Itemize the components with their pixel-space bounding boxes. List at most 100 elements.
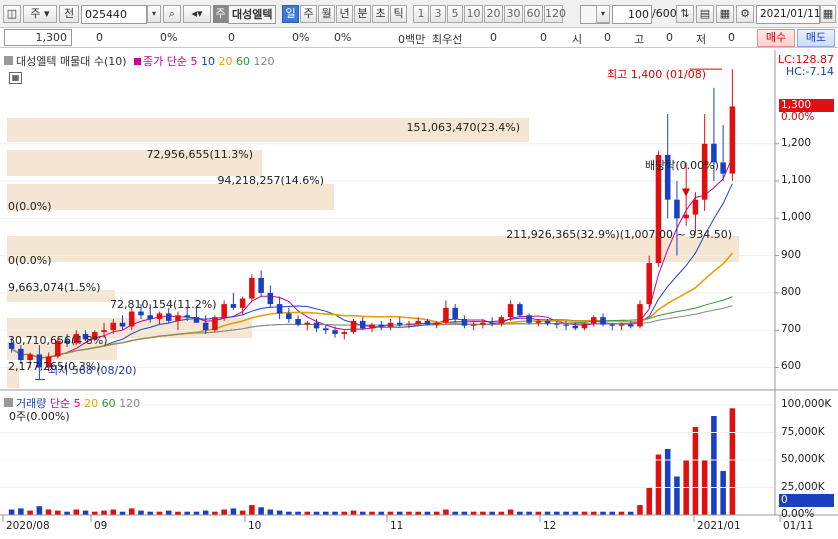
candle-body	[443, 307, 449, 323]
volume-bar	[138, 510, 144, 515]
value-2-pct: 0%	[334, 31, 352, 44]
volume-bar	[73, 509, 80, 515]
high-value: 0	[666, 31, 673, 44]
open-value: 0	[604, 31, 611, 44]
high-marker: 최고 1,400 (01/08)	[607, 68, 707, 81]
candle-body	[295, 319, 301, 325]
candle-body	[165, 313, 172, 321]
save-icon[interactable]: ▤	[696, 5, 714, 23]
period-button-1[interactable]: 주	[300, 5, 317, 23]
candle-body	[627, 324, 634, 327]
volume-profile-label: 30,710,656(4.8%)	[8, 334, 108, 347]
x-tick-label: 11	[390, 520, 404, 532]
number-button-20[interactable]: 20	[484, 5, 503, 23]
number-button-120[interactable]: 120	[544, 5, 566, 23]
x-tick-label: 10	[248, 520, 262, 532]
number-button-60[interactable]: 60	[524, 5, 543, 23]
low-value: 0	[728, 31, 735, 44]
quote-bar: 1,300 0 0% 0 0% 0% 0백만 최우선 0 0 시 0 고 0 저…	[0, 28, 838, 48]
period-button-4[interactable]: 분	[354, 5, 371, 23]
volume-profile-label: 94,218,257(14.6%)	[217, 174, 324, 187]
type-select[interactable]: 주 ▾	[23, 5, 57, 23]
prev-button[interactable]: 전	[59, 5, 79, 23]
volume-bar	[729, 408, 736, 515]
number-button-1[interactable]: 1	[413, 5, 429, 23]
volume-profile-label: 0(0.0%)	[8, 254, 52, 267]
price-tick-label: 1,000	[781, 211, 812, 224]
x-tick-label: 2020/08	[6, 520, 50, 532]
legend-ma-60: 60	[236, 55, 251, 68]
volume-profile-label: 72,810,154(11.2%)	[110, 298, 217, 311]
volume-tick-label: 100,000K	[781, 398, 832, 410]
count-dropdown[interactable]: ▾	[596, 5, 610, 23]
candle-body	[276, 304, 283, 314]
x-tick-label: 09	[94, 520, 108, 532]
number-button-10[interactable]: 10	[464, 5, 483, 23]
volume-ma-120: 120	[119, 397, 141, 410]
candle-body	[212, 317, 218, 331]
number-button-30[interactable]: 30	[504, 5, 523, 23]
candle-body	[147, 315, 153, 320]
volume-tick-label: 25,000K	[781, 480, 825, 493]
number-button-5[interactable]: 5	[447, 5, 463, 23]
high-label: 고	[634, 33, 645, 46]
value-1-pct: 0%	[292, 31, 310, 44]
speaker-icon[interactable]: ◂▾	[183, 5, 211, 23]
candle-body	[202, 322, 209, 331]
count-input[interactable]: 100	[612, 5, 652, 24]
low-label: 저	[696, 33, 707, 46]
candle-body	[572, 325, 579, 329]
volume-bar	[230, 508, 237, 515]
volume-bar	[646, 487, 652, 515]
calendar-icon[interactable]: ▦	[820, 5, 836, 23]
volume-ma-5: 5	[73, 397, 81, 410]
volume-tick-label: 50,000K	[781, 453, 825, 465]
number-button-3[interactable]: 3	[430, 5, 446, 23]
code-dropdown[interactable]: ▾	[147, 5, 161, 23]
candle-body	[581, 323, 588, 329]
price-tick-label: 900	[781, 248, 802, 261]
search-icon[interactable]: ⌕	[163, 5, 181, 23]
volume-bar	[165, 510, 172, 515]
stock-badge: 주	[213, 5, 228, 23]
candle-body	[258, 278, 264, 293]
volume-bar	[692, 427, 699, 515]
volume-bar	[202, 510, 209, 515]
period-button-5[interactable]: 초	[372, 5, 389, 23]
candle-body	[230, 304, 237, 308]
period-button-2[interactable]: 월	[318, 5, 335, 23]
period-button-3[interactable]: 년	[336, 5, 353, 23]
legend-square-icon	[4, 56, 13, 65]
candle-body	[591, 317, 597, 324]
candle-body	[433, 322, 440, 325]
candle-body	[720, 162, 726, 174]
grid-icon[interactable]: ▦	[716, 5, 734, 23]
volume-bar	[36, 506, 43, 515]
candle-body	[461, 319, 468, 326]
buy-button[interactable]: 매수	[757, 29, 795, 47]
x-tick-label: 12	[543, 520, 557, 532]
volume-bar	[350, 510, 357, 515]
candle-body	[341, 332, 348, 334]
volume-profile-label: 2,177,265(0.3%)	[8, 360, 101, 373]
window-icon[interactable]: ◫	[3, 5, 21, 23]
code-input[interactable]: 025440	[81, 5, 147, 24]
price-tick-label: 700	[781, 323, 802, 336]
volume-bar	[267, 509, 274, 515]
date-input[interactable]: 2021/01/11	[756, 5, 821, 24]
period-button-0[interactable]: 일	[282, 5, 299, 23]
candle-body	[415, 320, 421, 324]
volume-ma-60: 60	[101, 397, 116, 410]
volume-bar	[8, 509, 15, 515]
settings-icon[interactable]: ⇅	[676, 5, 694, 23]
candle-body	[609, 324, 616, 326]
price-tick-label: 800	[781, 285, 802, 298]
volume-bar	[674, 476, 680, 515]
table-icon[interactable]: ▦	[9, 72, 22, 84]
period-button-6[interactable]: 틱	[390, 5, 407, 23]
gear-icon[interactable]: ⚙	[736, 5, 754, 23]
candle-body	[138, 311, 144, 316]
candle-body	[119, 322, 126, 327]
sell-button[interactable]: 매도	[797, 29, 835, 47]
volume-bar	[55, 510, 61, 515]
